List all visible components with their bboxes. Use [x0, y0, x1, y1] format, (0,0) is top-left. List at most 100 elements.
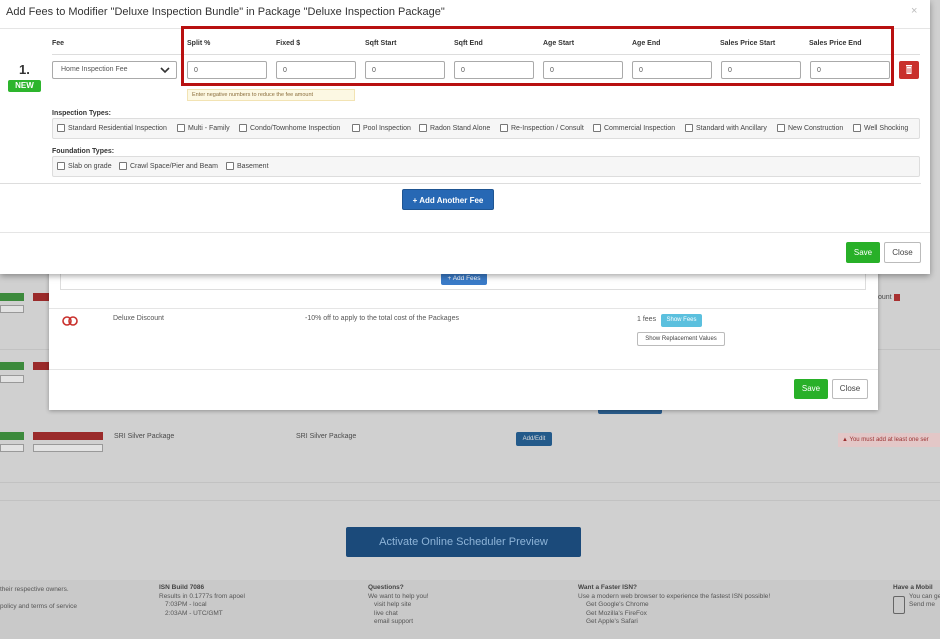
- discount-name: Deluxe Discount: [113, 315, 164, 322]
- column-header-sales-price-end: Sales Price End: [809, 40, 862, 47]
- bg-package-name: SRI Silver Package: [114, 433, 175, 440]
- bg-active-toggle[interactable]: [0, 432, 24, 440]
- sales-price-end-input[interactable]: [810, 61, 890, 79]
- header-divider: [0, 28, 930, 29]
- checkbox-icon[interactable]: [57, 124, 65, 132]
- bg-small-button[interactable]: [0, 444, 24, 452]
- footer-legal-link[interactable]: policy and terms of service: [0, 603, 77, 612]
- bg-small-button[interactable]: [33, 444, 103, 452]
- checkbox-icon[interactable]: [500, 124, 508, 132]
- sqft-end-input[interactable]: [454, 61, 534, 79]
- show-fees-button[interactable]: Show Fees: [661, 314, 702, 327]
- sqft-start-input[interactable]: [365, 61, 445, 79]
- fee-select-value: Home Inspection Fee: [61, 66, 128, 73]
- fixed-amount-input[interactable]: [276, 61, 356, 79]
- column-header-fee: Fee: [52, 40, 65, 47]
- checkbox-icon[interactable]: [119, 162, 127, 170]
- footer-firefox-link[interactable]: Get Mozilla's FireFox: [578, 610, 770, 619]
- delete-row-button[interactable]: [899, 61, 919, 79]
- checkbox-icon[interactable]: [226, 162, 234, 170]
- checkbox-standard-ancillary[interactable]: Standard with Ancillary: [685, 124, 767, 132]
- checkbox-icon[interactable]: [352, 124, 360, 132]
- bg-small-button[interactable]: [0, 375, 24, 383]
- footer-chat-link[interactable]: live chat: [368, 610, 429, 619]
- checkbox-icon[interactable]: [177, 124, 185, 132]
- footer-email-link[interactable]: email support: [368, 618, 429, 627]
- footer-build-title: ISN Build 7086: [159, 584, 205, 591]
- footer-build-line: Results in 0.1777s from apoel: [159, 592, 245, 600]
- checkbox-new-construction[interactable]: New Construction: [777, 124, 843, 132]
- column-header-age-start: Age Start: [543, 40, 575, 47]
- save-button[interactable]: Save: [846, 242, 880, 263]
- checkbox-icon[interactable]: [239, 124, 247, 132]
- modal-footer-divider: [0, 232, 930, 233]
- footer: their respective owners. policy and term…: [0, 580, 940, 639]
- checkbox-icon[interactable]: [777, 124, 785, 132]
- row-number: 1.: [19, 62, 30, 77]
- checkbox-icon[interactable]: [419, 124, 427, 132]
- checkbox-label: Well Shocking: [864, 124, 909, 132]
- checkbox-commercial[interactable]: Commercial Inspection: [593, 124, 675, 132]
- show-replacement-values-button[interactable]: Show Replacement Values: [637, 332, 725, 346]
- checkbox-well-shocking[interactable]: Well Shocking: [853, 124, 908, 132]
- modal-divider: [49, 308, 878, 309]
- bg-warning-text: You must add at least one ser: [849, 437, 929, 443]
- checkbox-label: Standard with Ancillary: [696, 124, 767, 132]
- close-icon[interactable]: ×: [911, 5, 917, 17]
- foundation-types-label: Foundation Types:: [52, 148, 115, 155]
- checkbox-icon[interactable]: [593, 124, 601, 132]
- checkbox-condo-townhome[interactable]: Condo/Townhome Inspection: [239, 124, 340, 132]
- split-percent-input[interactable]: [187, 61, 267, 79]
- age-start-input[interactable]: [543, 61, 623, 79]
- bg-inactive-toggle[interactable]: [33, 293, 49, 301]
- activate-scheduler-preview-button[interactable]: Activate Online Scheduler Preview: [346, 527, 581, 557]
- add-another-fee-button[interactable]: + Add Another Fee: [402, 189, 494, 210]
- modal-title: Add Fees to Modifier "Deluxe Inspection …: [6, 6, 445, 18]
- add-fees-modal: Add Fees to Modifier "Deluxe Inspection …: [0, 0, 930, 274]
- checkbox-icon[interactable]: [853, 124, 861, 132]
- checkbox-icon[interactable]: [685, 124, 693, 132]
- toggle-off-icon[interactable]: [62, 316, 78, 326]
- table-header-divider: [52, 54, 920, 55]
- bg-package-desc: SRI Silver Package: [296, 433, 357, 440]
- checkbox-crawl-space[interactable]: Crawl Space/Pier and Beam: [119, 162, 218, 170]
- package-modifier-modal: + Add Fees Deluxe Discount -10% off to a…: [49, 260, 878, 410]
- bg-discount-fragment: ount: [878, 294, 892, 301]
- bg-active-toggle[interactable]: [0, 293, 24, 301]
- footer-help-link[interactable]: visit help site: [368, 601, 429, 610]
- footer-questions-line: We want to help you!: [368, 592, 429, 600]
- add-fees-button[interactable]: + Add Fees: [441, 273, 487, 285]
- close-button[interactable]: Close: [832, 379, 868, 399]
- close-button[interactable]: Close: [884, 242, 921, 263]
- footer-questions: Questions? We want to help you! visit he…: [368, 584, 429, 627]
- bg-inactive-toggle[interactable]: [33, 362, 49, 370]
- bg-active-toggle[interactable]: [0, 362, 24, 370]
- save-button[interactable]: Save: [794, 379, 828, 399]
- bg-trash-icon[interactable]: [894, 294, 900, 301]
- checkbox-multi-family[interactable]: Multi - Family: [177, 124, 230, 132]
- checkbox-reinspection[interactable]: Re-Inspection / Consult: [500, 124, 584, 132]
- checkbox-icon[interactable]: [57, 162, 65, 170]
- footer-safari-link[interactable]: Get Apple's Safari: [578, 618, 770, 627]
- age-end-input[interactable]: [632, 61, 712, 79]
- checkbox-label: Re-Inspection / Consult: [511, 124, 584, 132]
- footer-chrome-link[interactable]: Get Google's Chrome: [578, 601, 770, 610]
- bg-warning-badge: ▲ You must add at least one ser: [838, 433, 940, 447]
- checkbox-pool[interactable]: Pool Inspection: [352, 124, 411, 132]
- chevron-down-icon: [160, 67, 170, 74]
- mobile-phone-icon: [893, 596, 905, 614]
- inspection-types-group: Standard Residential Inspection Multi - …: [52, 118, 920, 139]
- checkbox-radon[interactable]: Radon Stand Alone: [419, 124, 490, 132]
- bg-inactive-toggle[interactable]: [33, 432, 103, 440]
- footer-legal-line: their respective owners.: [0, 586, 69, 593]
- fee-select[interactable]: Home Inspection Fee: [52, 61, 177, 79]
- checkbox-label: Crawl Space/Pier and Beam: [130, 162, 218, 170]
- checkbox-basement[interactable]: Basement: [226, 162, 269, 170]
- footer-questions-title: Questions?: [368, 584, 404, 591]
- checkbox-label: Standard Residential Inspection: [68, 124, 167, 132]
- bg-add-edit-button[interactable]: Add/Edit: [516, 432, 552, 446]
- checkbox-slab-on-grade[interactable]: Slab on grade: [57, 162, 112, 170]
- checkbox-standard-residential[interactable]: Standard Residential Inspection: [57, 124, 167, 132]
- bg-small-button[interactable]: [0, 305, 24, 313]
- sales-price-start-input[interactable]: [721, 61, 801, 79]
